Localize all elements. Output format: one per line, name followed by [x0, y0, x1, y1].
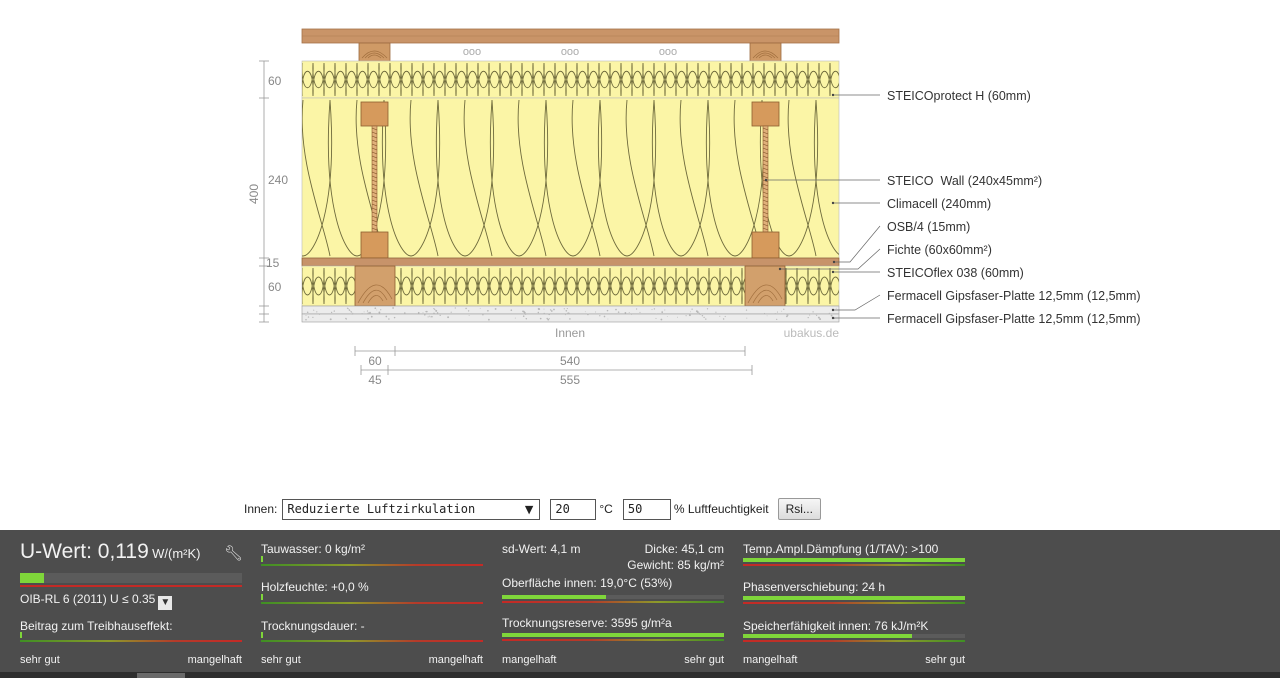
uwert-label: U-Wert: [20, 540, 98, 563]
trocknungsreserve-label: Trocknungsreserve: 3595 g/m²a [502, 616, 672, 630]
dicke-label: Dicke: 45,1 cm [644, 542, 724, 556]
phasen-label: Phasenverschiebung: 24 h [743, 580, 886, 594]
scale-bad-label: mangelhaft [428, 654, 483, 666]
bottom-dimensions [354, 346, 753, 375]
fichte-batten-left [354, 265, 396, 307]
air-circulation-value: Reduzierte Luftzirkulation [287, 502, 476, 516]
oib-dropdown-icon[interactable]: ▼ [158, 596, 173, 610]
uwert-unit: W/(m²K) [152, 546, 201, 561]
air-gap-mark-3: ooo [659, 46, 677, 58]
label-fermacell-1: Fermacell Gipsfaser-Platte 12,5mm (12,5m… [887, 289, 1141, 303]
uwert-meter [20, 573, 242, 587]
trocknungsdauer-label: Trocknungsdauer: - [261, 619, 365, 633]
scale-good-label: sehr gut [925, 654, 965, 666]
temp-ampl-label: Temp.Ampl.Dämpfung (1/TAV): >100 [743, 542, 939, 556]
sdwert-label: sd-Wert: 4,1 m [502, 542, 581, 556]
oib-requirement[interactable]: OIB-RL 6 (2011) U ≤ 0.35 ▼ [20, 592, 173, 610]
scale-good-label: sehr gut [261, 654, 301, 666]
watermark: ubakus.de [784, 326, 840, 340]
label-steicoprotect: STEICOprotect H (60mm) [887, 89, 1031, 103]
inside-side-label: Innen [555, 326, 585, 340]
oib-label: OIB-RL 6 (2011) U ≤ 0.35 [20, 592, 156, 606]
dropdown-arrow-icon: ▼ [524, 502, 534, 516]
top-timber-left [358, 42, 391, 63]
uwert-value: 0,119 [97, 540, 149, 563]
rsi-button[interactable]: Rsi... [777, 498, 821, 520]
layer-steicoprotect [301, 60, 840, 99]
label-fermacell-2: Fermacell Gipsfaser-Platte 12,5mm (12,5m… [887, 312, 1141, 326]
scale-bad-label: mangelhaft [187, 654, 242, 666]
phasen-meter [743, 596, 965, 606]
taskbar-strip [0, 672, 1280, 678]
dim-left-60-bottom: 60 [268, 280, 282, 294]
results-panel: U-Wert: 0,119 W/(m²K) 🔧︎ OIB-RL 6 (2011)… [0, 530, 1280, 678]
scale-good-label: sehr gut [684, 654, 724, 666]
label-steico-wall: STEICO Wall (240x45mm²) [887, 174, 1042, 188]
oberflaeche-label: Oberfläche innen: 19,0°C (53%) [502, 576, 673, 590]
temperature-input[interactable]: 20 [550, 498, 597, 520]
label-fichte: Fichte (60x60mm²) [887, 243, 992, 257]
dim-bottom-555: 555 [560, 373, 580, 387]
dim-total-400: 400 [247, 184, 261, 204]
dim-bottom-60: 60 [368, 354, 382, 368]
fichte-batten-right [744, 265, 786, 307]
layer-fermacell-2 [301, 313, 840, 323]
temp-ampl-meter [743, 558, 965, 568]
dim-bottom-45: 45 [368, 373, 382, 387]
treibhaus-label: Beitrag zum Treibhauseffekt: [20, 619, 173, 633]
layer-fermacell-1 [301, 305, 840, 315]
label-climacell: Climacell (240mm) [887, 197, 991, 211]
scale-good-label: sehr gut [20, 654, 60, 666]
holzfeuchte-label: Holzfeuchte: +0,0 % [261, 580, 369, 594]
air-gap-mark-1: ooo [463, 46, 481, 58]
speicher-label: Speicherfähigkeit innen: 76 kJ/m²K [743, 619, 929, 633]
label-osb: OSB/4 (15mm) [887, 220, 970, 234]
temperature-unit: °C [599, 502, 613, 516]
trocknungsreserve-meter [502, 633, 724, 643]
wrench-icon[interactable]: 🔧︎ [224, 544, 243, 562]
inside-label: Innen: [244, 502, 278, 516]
holzfeuchte-meter [261, 594, 483, 606]
gewicht-label: Gewicht: 85 kg/m² [627, 558, 724, 572]
dim-bottom-540: 540 [560, 354, 580, 368]
scale-bad-label: mangelhaft [743, 654, 798, 666]
ubakus-calculator: ooo ooo ooo Innen ubakus.de 60 240 15 60… [0, 0, 1280, 678]
humidity-unit: % Luftfeuchtigkeit [673, 502, 769, 516]
label-steicoflex: STEICOflex 038 (60mm) [887, 266, 1024, 280]
wall-cross-section-diagram: ooo ooo ooo Innen ubakus.de 60 240 15 60… [247, 28, 1141, 387]
layer-osb [301, 257, 840, 267]
dim-left-15: 15 [266, 256, 280, 270]
dim-left-60-top: 60 [268, 74, 282, 88]
dim-left-240: 240 [268, 173, 288, 187]
top-timber-right [749, 42, 782, 63]
air-gap-mark-2: ooo [561, 46, 579, 58]
scale-bad-label: mangelhaft [502, 654, 557, 666]
speicher-meter [743, 634, 965, 644]
trocknungsdauer-meter [261, 632, 483, 644]
tauwasser-meter [261, 556, 483, 568]
air-circulation-select[interactable]: Reduzierte Luftzirkulation ▼ [282, 498, 541, 520]
indoor-climate-controls: Innen: Reduzierte Luftzirkulation ▼ 20 °… [244, 498, 821, 520]
treibhaus-meter [20, 632, 242, 644]
tauwasser-label: Tauwasser: 0 kg/m² [261, 542, 366, 556]
oberflaeche-meter [502, 595, 724, 605]
humidity-input[interactable]: 50 [622, 498, 671, 520]
